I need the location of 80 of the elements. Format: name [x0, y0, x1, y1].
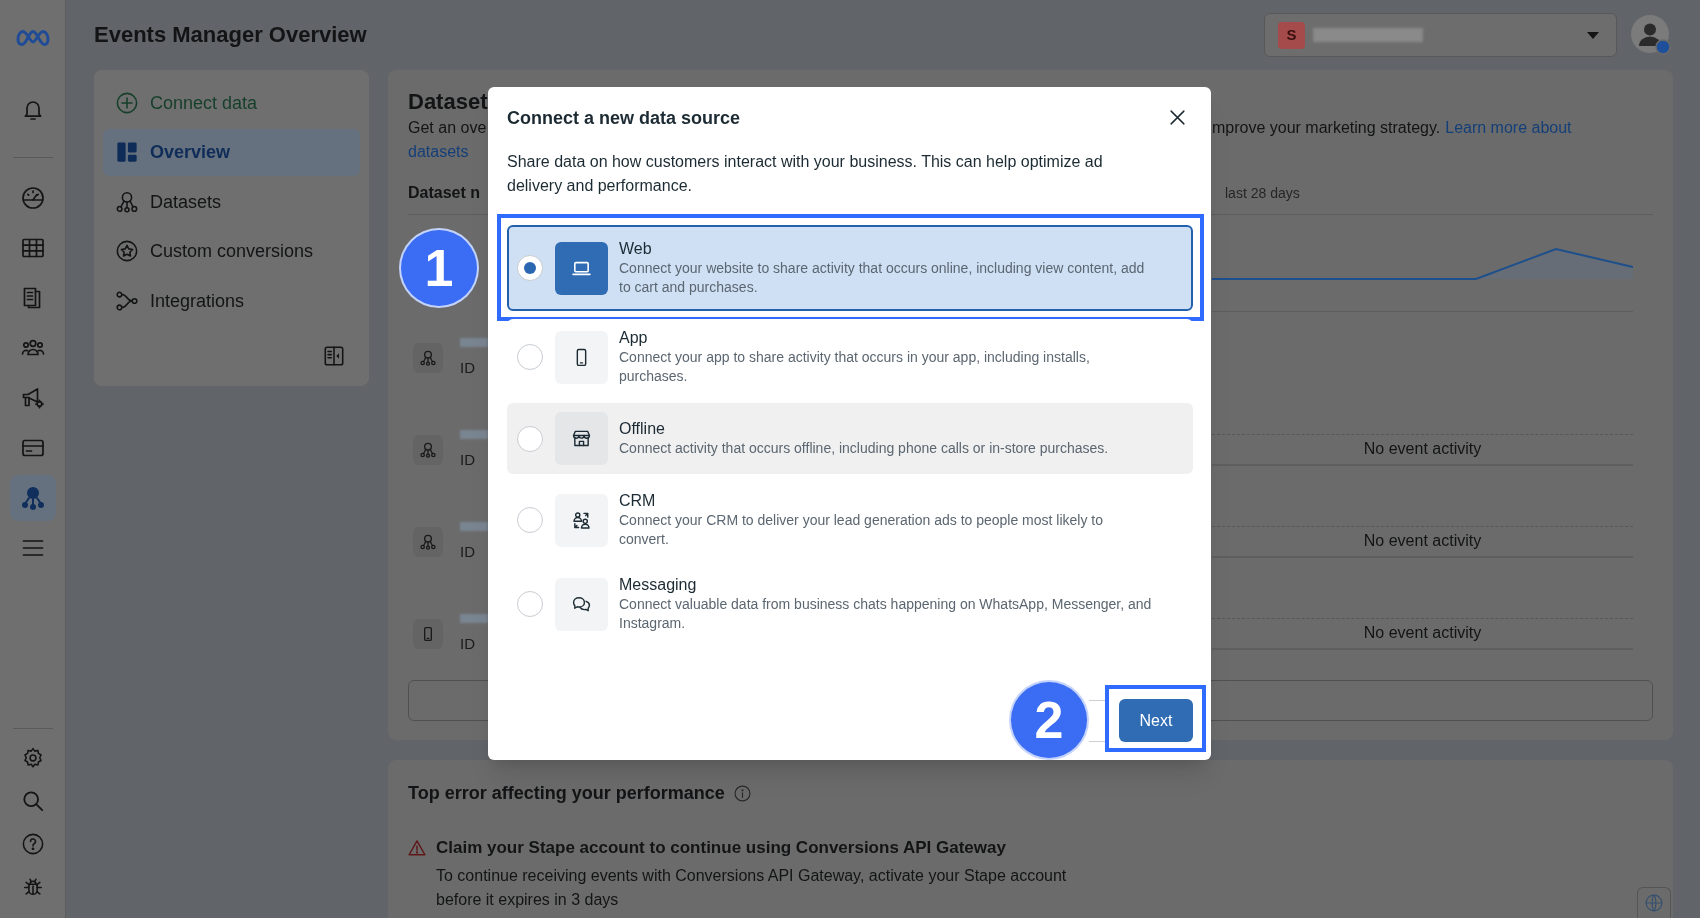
data-source-option[interactable]: Web Connect your website to share activity that occurs online, including view content, add to cart and purchases.: [507, 225, 1193, 311]
panel-collapse-icon: [323, 345, 345, 367]
warning-icon: [408, 839, 426, 857]
dialog-title: Connect a new data source: [507, 107, 741, 130]
globe-icon: [1645, 894, 1663, 912]
radio-button[interactable]: [517, 507, 543, 533]
search-icon: [21, 790, 44, 812]
activity-status: No event activity: [1362, 439, 1483, 459]
option-description: Connect valuable data from business chats happening on WhatsApp, Messenger, and Instagram.: [619, 595, 1153, 633]
blurred-name-placeholder: [460, 430, 488, 439]
nav-item[interactable]: Datasets: [103, 178, 360, 225]
intro-text: Get an ove: [408, 119, 487, 136]
dataset-id: ID: [460, 358, 476, 378]
network-person-icon: [20, 486, 45, 510]
nav-item[interactable]: Overview: [103, 128, 360, 176]
sidebar-button[interactable]: [9, 475, 56, 521]
learn-more-link[interactable]: datasets: [408, 140, 469, 164]
people-arrows-icon: [555, 493, 608, 547]
data-source-option[interactable]: Offline Connect activity that occurs offline, including phone calls or in-store purchases.: [507, 403, 1193, 474]
blurred-name-placeholder: [460, 614, 488, 623]
network-icon: [413, 435, 443, 465]
option-title: Messaging: [619, 575, 698, 595]
chat-bubbles-icon: [555, 577, 608, 631]
radio-button[interactable]: [517, 344, 543, 370]
info-icon: [733, 784, 751, 802]
option-description: Connect activity that occurs offline, including phone calls or in-store purchases.: [619, 439, 1110, 458]
network-icon: [413, 343, 443, 373]
option-title: CRM: [619, 491, 657, 511]
network-icon: [116, 190, 138, 213]
next-button[interactable]: Next: [1119, 699, 1193, 742]
branching-nodes-icon: [116, 289, 138, 312]
logo-icon: [14, 29, 51, 47]
help-icon: [21, 833, 44, 855]
gear-icon: [21, 747, 44, 769]
blurred-name-placeholder: [460, 338, 488, 347]
error-message: To continue receiving events with Conversions API Gateway, activate your Stape account before it expires in 3 days: [436, 866, 1068, 910]
section-title: Top error affecting your performance: [408, 782, 725, 805]
account-dropdown[interactable]: S: [1264, 13, 1617, 57]
section-title: Dataset: [408, 88, 488, 116]
nav-item[interactable]: Custom conversions: [103, 227, 360, 275]
option-title: App: [619, 328, 649, 348]
column-header: Dataset n: [408, 184, 481, 201]
nav-item[interactable]: Integrations: [103, 277, 360, 324]
option-description: Connect your app to share activity that occurs in your app, including installs, purchases.: [619, 348, 1091, 386]
account-initial-badge: S: [1278, 21, 1305, 49]
option-description: Connect your website to share activity that occurs online, including view content, add to cart and purchases.: [619, 259, 1146, 297]
blurred-name-placeholder: [460, 522, 488, 531]
store-icon: [555, 412, 608, 465]
error-title: Claim your Stape account to continue using Conversions API Gateway: [436, 837, 1007, 859]
activity-status: No event activity: [1362, 623, 1483, 643]
bug-icon: [21, 876, 44, 898]
phone-icon: [413, 619, 443, 649]
option-title: Web: [619, 239, 653, 259]
learn-more-link[interactable]: Learn more about: [1445, 116, 1572, 140]
dialog-description: Share data on how customers interact with your business. This can help optimize ad delivery and performance.: [507, 152, 1104, 196]
activity-status: No event activity: [1362, 531, 1483, 551]
page-title: Events Manager Overview: [94, 21, 367, 49]
dataset-id: ID: [460, 542, 476, 562]
gauge-icon: [20, 186, 45, 210]
avatar-icon: [1631, 15, 1671, 55]
caret-down-icon: [1587, 31, 1599, 39]
dashboard-icon: [116, 141, 138, 163]
intro-text: mprove your marketing strategy.: [1212, 118, 1441, 138]
dataset-id: ID: [460, 634, 476, 654]
laptop-icon: [555, 241, 608, 295]
network-icon: [413, 527, 443, 557]
dataset-id: ID: [460, 450, 476, 470]
radio-button[interactable]: [517, 591, 543, 617]
table-icon: [20, 236, 45, 260]
plus-circle-icon: [116, 91, 138, 114]
star-circle-icon: [116, 240, 138, 262]
option-description: Connect your CRM to deliver your lead generation ads to people most likely to convert.: [619, 511, 1105, 549]
date-range-label: last 28 days: [1225, 184, 1300, 203]
nav-item[interactable]: Connect data: [103, 79, 360, 126]
phone-icon: [555, 330, 608, 384]
close-icon: [1168, 108, 1186, 126]
megaphone-gear-icon: [20, 386, 45, 410]
radio-button[interactable]: [517, 425, 543, 452]
option-title: Offline: [619, 419, 666, 439]
radio-button[interactable]: [517, 255, 543, 281]
